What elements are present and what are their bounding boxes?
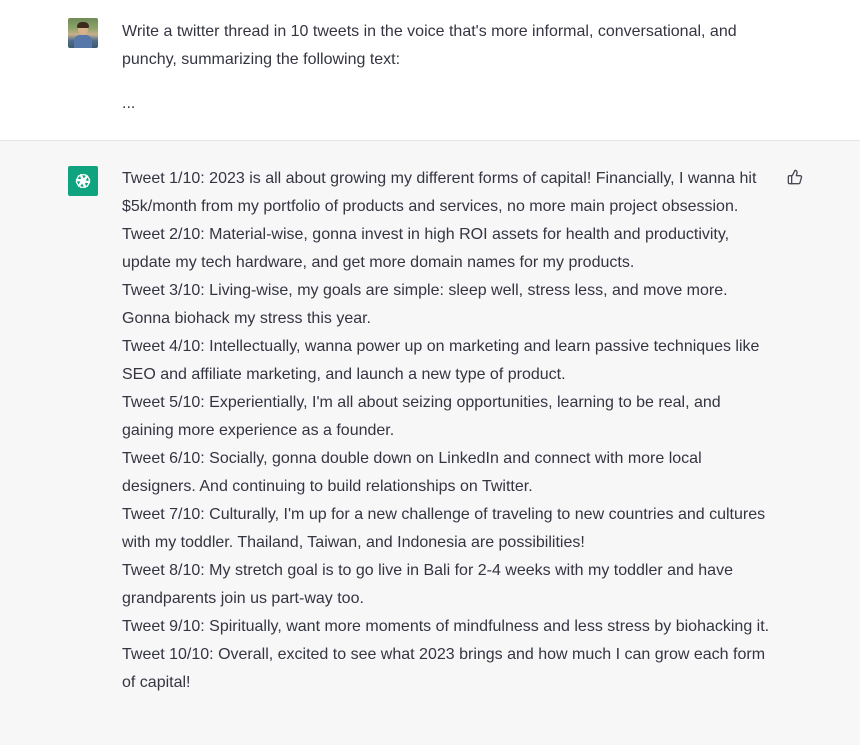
assistant-message-text: Tweet 1/10: 2023 is all about growing my…	[122, 165, 772, 697]
thumbs-up-icon	[787, 169, 803, 185]
user-avatar	[68, 18, 98, 48]
user-message: Write a twitter thread in 10 tweets in t…	[0, 0, 860, 141]
thumbs-up-button[interactable]	[783, 165, 807, 189]
tweet-9: Tweet 9/10: Spiritually, want more momen…	[122, 618, 770, 635]
user-message-text: Write a twitter thread in 10 tweets in t…	[122, 18, 772, 118]
tweet-1: Tweet 1/10: 2023 is all about growing my…	[122, 170, 757, 215]
user-prompt-ellipsis: ...	[122, 95, 136, 112]
tweet-5: Tweet 5/10: Experientially, I'm all abou…	[122, 394, 721, 439]
tweet-4: Tweet 4/10: Intellectually, wanna power …	[122, 338, 760, 383]
tweet-10: Tweet 10/10: Overall, excited to see wha…	[122, 646, 766, 691]
openai-logo-icon	[68, 166, 98, 196]
tweet-3: Tweet 3/10: Living-wise, my goals are si…	[122, 282, 728, 327]
tweet-6: Tweet 6/10: Socially, gonna double down …	[122, 450, 702, 495]
tweet-8: Tweet 8/10: My stretch goal is to go liv…	[122, 562, 733, 607]
user-prompt: Write a twitter thread in 10 tweets in t…	[122, 23, 737, 68]
assistant-message: Tweet 1/10: 2023 is all about growing my…	[0, 141, 860, 745]
tweet-2: Tweet 2/10: Material-wise, gonna invest …	[122, 226, 730, 271]
tweet-7: Tweet 7/10: Culturally, I'm up for a new…	[122, 506, 766, 551]
